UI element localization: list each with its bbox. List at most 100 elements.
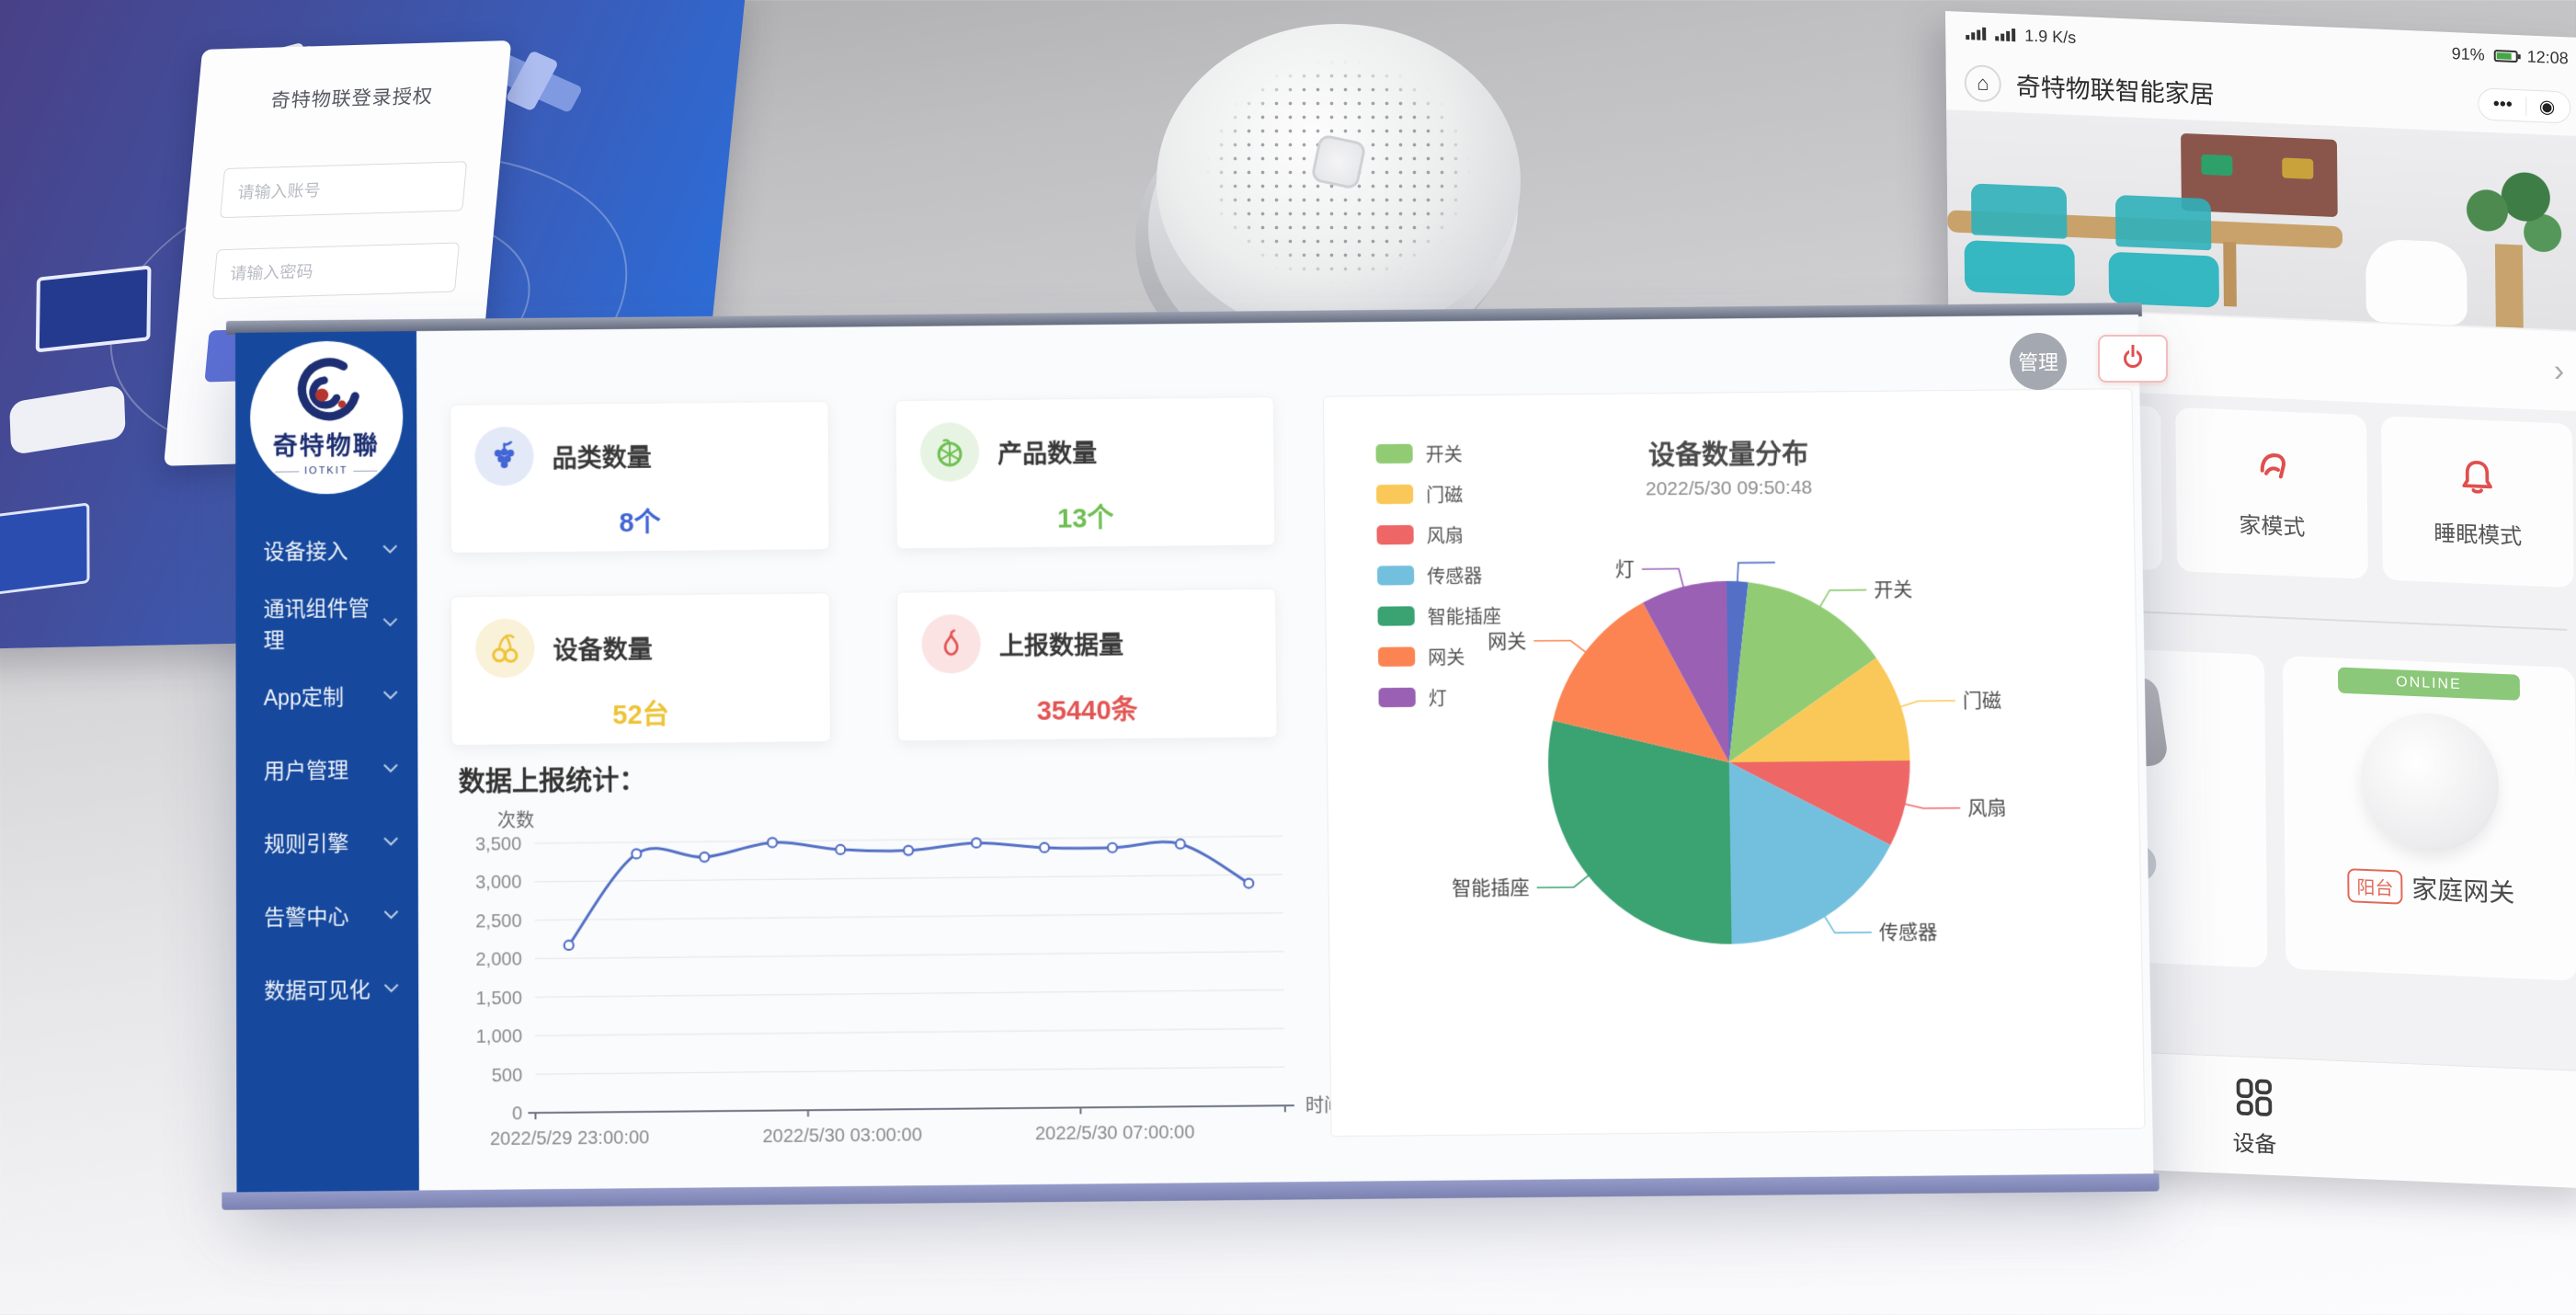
data-point [564,941,574,950]
legend-swatch [1377,606,1414,625]
home-icon[interactable]: ⌂ [1965,63,2001,102]
sidebar-item-3[interactable]: App定制 [236,658,418,732]
legend-item[interactable]: 风扇 [1376,520,1500,548]
device-card-gateway[interactable]: ONLINE 阳台 家庭网关 [2283,656,2576,981]
smart-speaker-photo [1155,24,1522,355]
pie-legend: 开关门磁风扇传感器智能插座网关灯 [1375,440,1502,711]
y-tick-label: 1,500 [476,988,522,1009]
logo: 奇特物聯 IOTKIT [249,340,403,495]
legend-item[interactable]: 智能插座 [1377,601,1501,629]
y-tick-label: 500 [492,1065,523,1086]
y-axis-title: 次数 [497,810,534,832]
data-point [1244,878,1253,887]
divider [2099,609,2568,630]
gateway-photo [2360,711,2499,854]
lime-icon [920,422,980,482]
cherries-icon [475,618,534,678]
capsule-buttons[interactable]: ••• ◉ [2478,87,2571,123]
stat-card-4: 上报数据量 35440条 [896,589,1278,742]
scene: 奇特物联登录授权 登录 1.9 K/s 9 [0,0,2576,1315]
grid-icon [2234,1077,2274,1119]
laptop-icon [0,502,90,598]
mode-label: 睡眠模式 [2434,514,2522,550]
chevron-down-icon [383,612,397,626]
tab-devices[interactable]: 设备 [2232,1077,2277,1159]
gridline [535,913,1283,920]
data-point [1176,840,1185,849]
more-icon[interactable]: ••• [2493,94,2513,116]
gridline [534,875,1282,882]
sidebar-menu: 设备接入通讯组件管理 App定制用户管理规则引擎告警中心数据可见化 [235,511,418,1025]
stat-label: 设备数量 [553,629,652,666]
gridline [535,1067,1284,1074]
sidebar-item-2[interactable]: 通讯组件管理 [235,585,417,659]
x-tick-label: 2022/5/29 23:00:00 [490,1127,650,1149]
battery-percent: 91% [2452,44,2485,65]
sidebar-item-label: App定制 [264,679,344,711]
chevron-down-icon [384,978,399,993]
online-badge: ONLINE [2338,668,2519,701]
pie-slice-label: 智能插座 [1452,877,1530,899]
x-axis [528,1105,1294,1113]
password-input[interactable] [212,242,460,299]
pie-slice-label: 风扇 [1967,797,2007,819]
legend-item[interactable]: 灯 [1378,683,1502,711]
stat-value: 52台 [475,692,805,734]
pie-callout-line [1533,640,1587,653]
bell-icon [2456,454,2498,498]
pie-callout-line [1904,803,1961,808]
mode-card-3[interactable]: 睡眠模式 [2381,416,2574,588]
x-tick-label: 2022/5/30 03:00:00 [762,1125,922,1147]
pie-slice-label: 开关 [1874,579,1912,601]
sidebar-item-label: 设备接入 [263,533,348,566]
power-button[interactable] [2098,335,2168,383]
stat-grid: 品类数量8个产品数量13个设备数量52台上报数据量35440条 [450,396,1277,746]
net-speed: 1.9 K/s [2024,26,2076,47]
sidebar-item-5[interactable]: 规则引擎 [236,804,418,879]
sidebar-item-4[interactable]: 用户管理 [236,730,418,805]
controller-icon [9,384,126,455]
legend-swatch [1375,444,1412,463]
chevron-right-icon: › [2554,353,2565,390]
tab-label: 设备 [2232,1125,2276,1159]
logo-name: 奇特物聯 [273,425,380,462]
room-photo [1946,110,2576,331]
mode-card-2[interactable]: 家模式 [2175,407,2368,579]
grapes-icon [474,427,533,486]
legend-item[interactable]: 开关 [1375,440,1499,467]
sidebar-item-label: 用户管理 [264,752,348,784]
y-tick-label: 2,500 [475,911,521,932]
mode-label: 家模式 [2239,506,2305,541]
pie-card: 开关门磁风扇传感器智能插座网关灯 设备数量分布 2022/5/30 09:50:… [1323,388,2146,1137]
pie-callout-line [1899,701,1955,707]
legend-swatch [1377,566,1414,585]
sidebar-item-7[interactable]: 数据可见化 [236,950,418,1025]
clock: 12:08 [2527,47,2569,68]
logo-subtitle: IOTKIT [275,465,378,477]
sidebar-item-6[interactable]: 告警中心 [236,877,418,953]
username-input[interactable] [220,161,467,218]
legend-item[interactable]: 网关 [1378,643,1502,670]
pie-callout-line [1819,590,1867,608]
legend-item[interactable]: 传感器 [1377,561,1501,589]
stat-label: 品类数量 [552,437,651,474]
stat-value: 35440条 [922,687,1253,729]
data-point [700,852,709,862]
y-tick-label: 3,500 [475,834,521,855]
pie-callout-line [1642,569,1684,589]
legend-swatch [1378,688,1415,708]
signal-icon [1966,27,1986,40]
gridline [535,990,1284,998]
manage-badge[interactable]: 管理 [2010,333,2067,390]
legend-label: 智能插座 [1428,601,1502,629]
capsule-close-icon[interactable]: ◉ [2539,95,2556,119]
legend-item[interactable]: 门磁 [1376,480,1500,508]
legend-label: 开关 [1425,440,1462,466]
sidebar-item-1[interactable]: 设备接入 [235,511,417,586]
chevron-down-icon [384,905,399,920]
speaker-top [1157,24,1521,338]
data-point [904,846,913,855]
stat-label: 上报数据量 [999,624,1124,661]
chevron-down-icon [383,831,398,846]
pie-slice-label: 灯 [1615,559,1635,580]
